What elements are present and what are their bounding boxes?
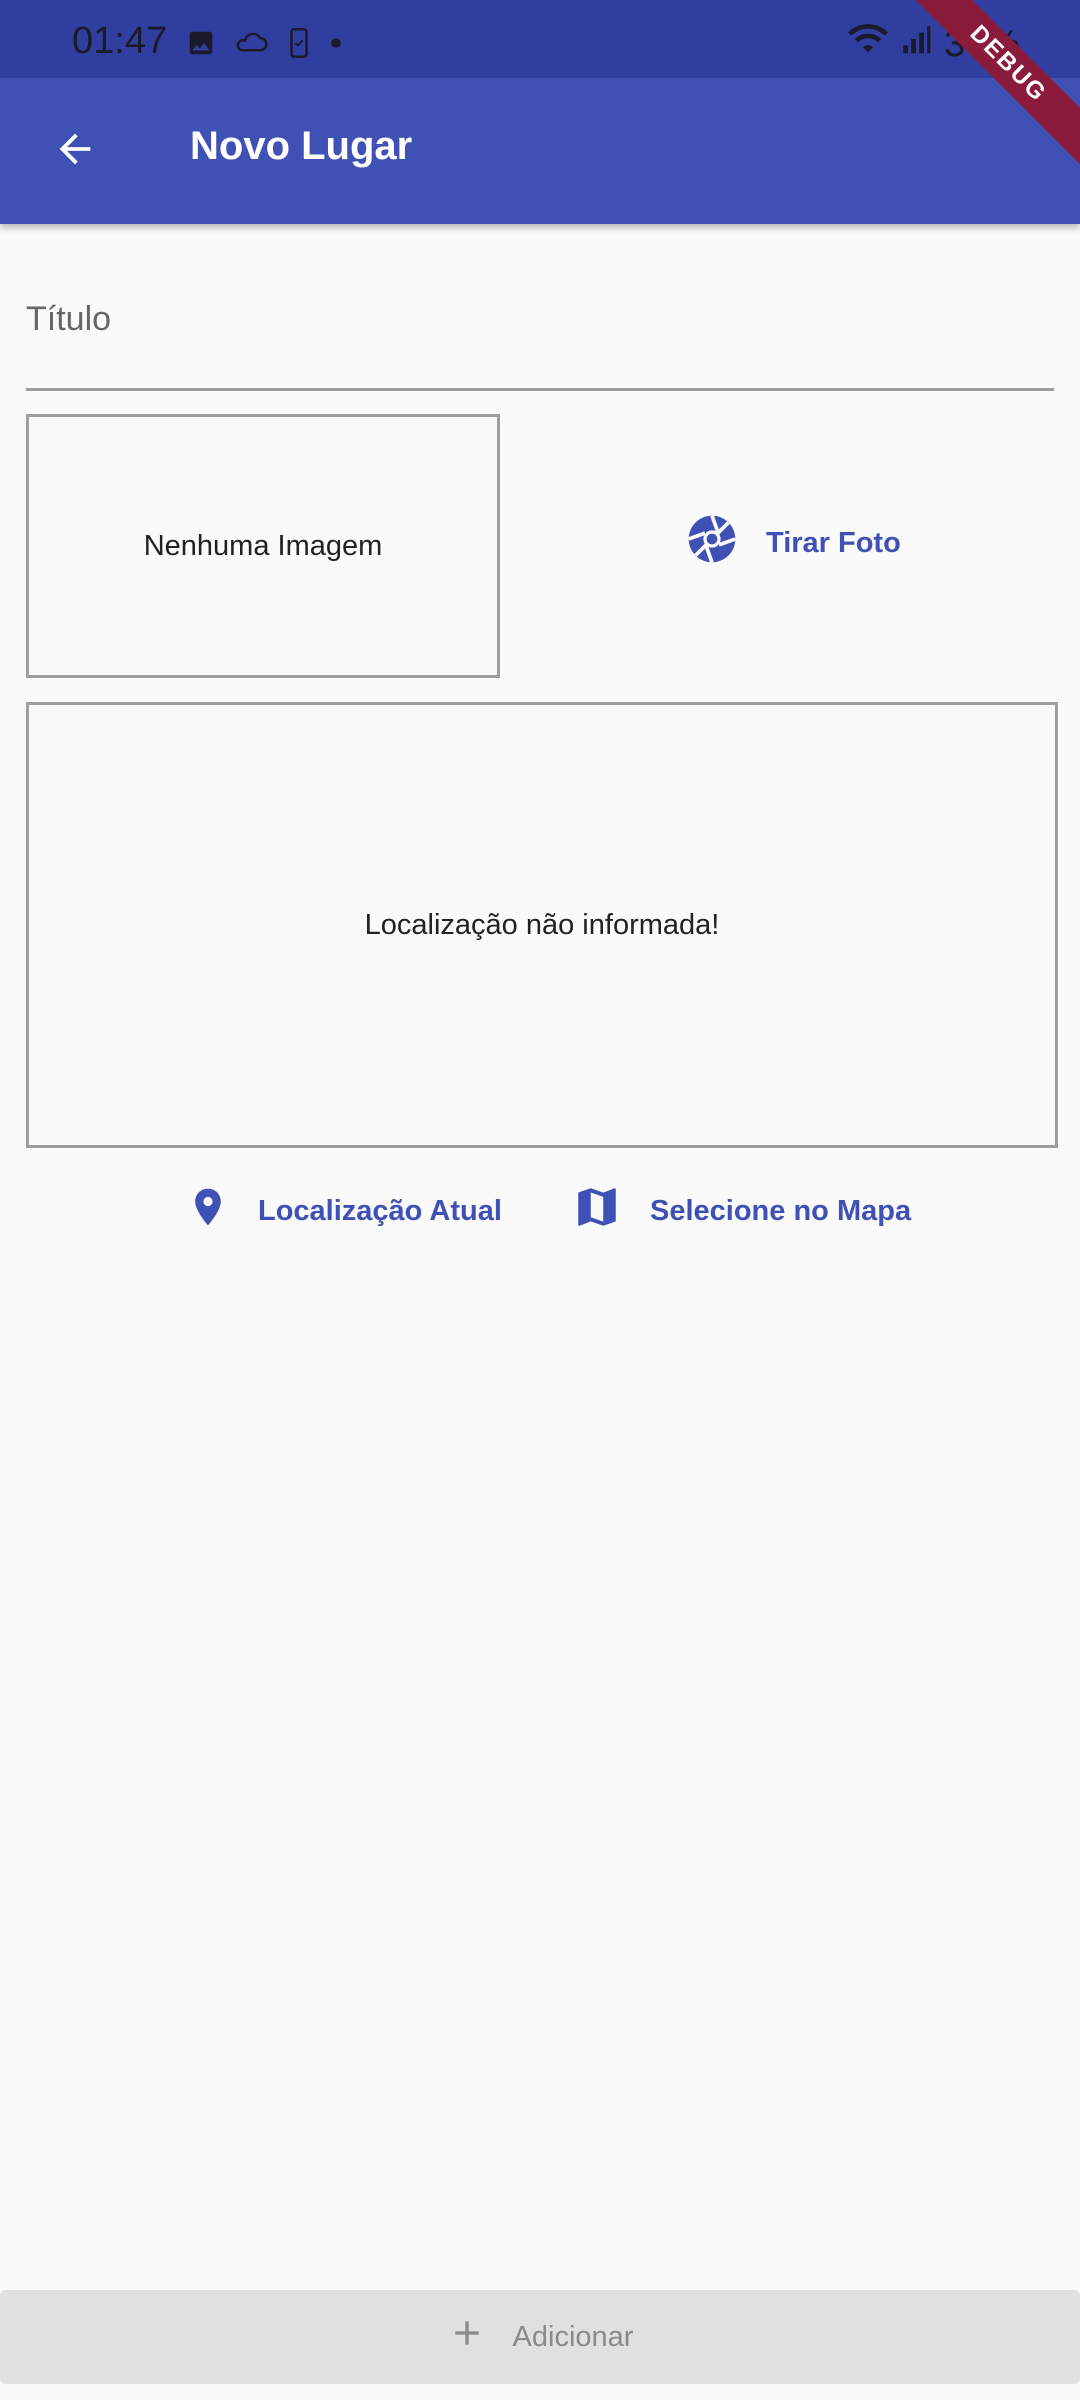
app-bar: Novo Lugar bbox=[0, 78, 1080, 224]
status-bar: 01:47 37% bbox=[0, 0, 1080, 78]
gallery-icon bbox=[186, 28, 216, 63]
status-notification-icons bbox=[186, 28, 344, 63]
wifi-icon bbox=[847, 22, 888, 66]
location-preview: Localização não informada! bbox=[26, 702, 1058, 1148]
location-placeholder-text: Localização não informada! bbox=[364, 908, 720, 941]
title-input[interactable] bbox=[26, 294, 1054, 344]
status-time: 01:47 bbox=[72, 20, 168, 62]
phone-check-icon bbox=[288, 28, 310, 63]
take-photo-label: Tirar Foto bbox=[766, 526, 901, 559]
select-on-map-label: Selecione no Mapa bbox=[650, 1194, 912, 1227]
title-field bbox=[26, 286, 1054, 391]
arrow-back-icon bbox=[52, 126, 98, 177]
camera-shutter-icon bbox=[684, 511, 740, 575]
dot-icon bbox=[328, 35, 344, 56]
image-preview: Nenhuma Imagem bbox=[26, 414, 500, 678]
add-button-label: Adicionar bbox=[512, 2320, 634, 2353]
pin-icon bbox=[186, 1179, 230, 1243]
back-button[interactable] bbox=[40, 116, 110, 186]
current-location-label: Localização Atual bbox=[258, 1194, 502, 1227]
add-button[interactable]: Adicionar bbox=[0, 2290, 1080, 2384]
take-photo-button[interactable]: Tirar Foto bbox=[684, 508, 901, 578]
cloud-icon bbox=[234, 28, 270, 63]
plus-icon bbox=[447, 2313, 487, 2361]
image-placeholder-text: Nenhuma Imagem bbox=[143, 529, 383, 562]
select-on-map-button[interactable]: Selecione no Mapa bbox=[572, 1180, 911, 1242]
current-location-button[interactable]: Localização Atual bbox=[186, 1180, 502, 1242]
page-title: Novo Lugar bbox=[190, 124, 413, 168]
signal-icon bbox=[900, 22, 932, 66]
map-icon bbox=[572, 1182, 622, 1240]
